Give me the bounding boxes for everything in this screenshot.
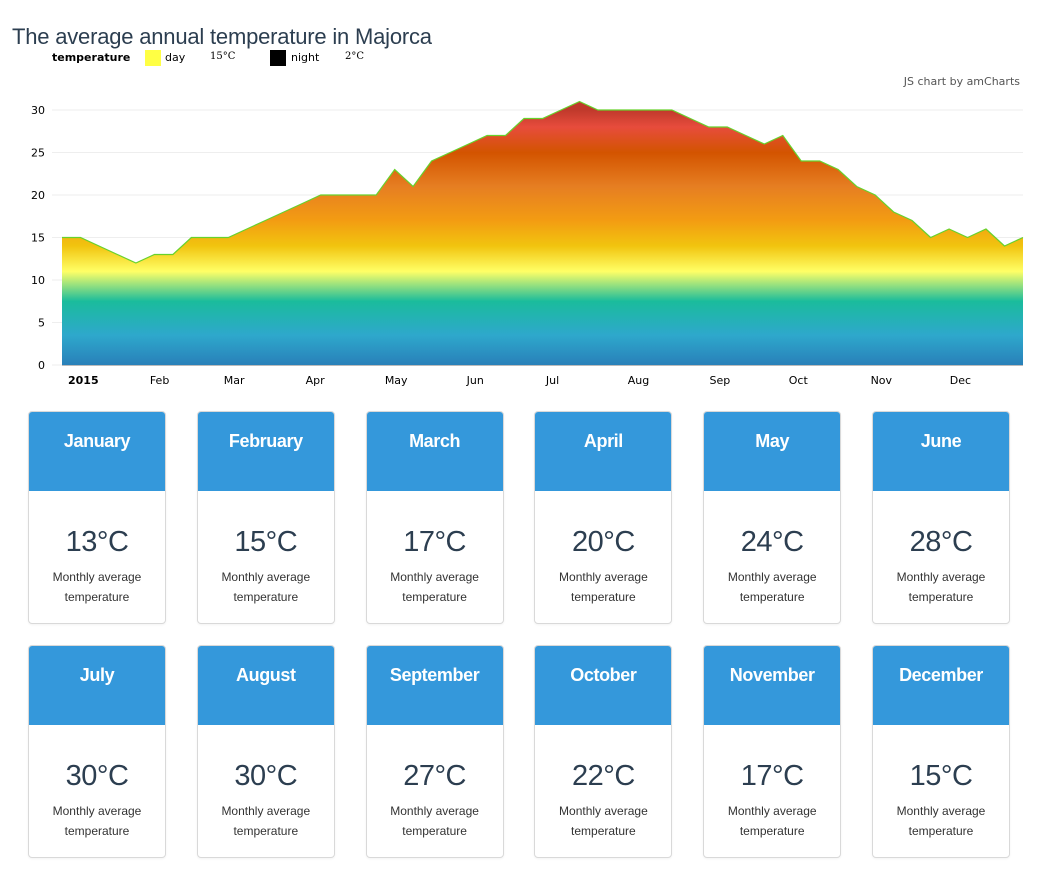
y-tick-label: 10 [31, 274, 45, 287]
y-tick-label: 5 [38, 317, 45, 330]
x-tick-label: Jul [545, 374, 559, 387]
card-month-title: September [366, 646, 503, 725]
card-month-title: December [873, 646, 1009, 725]
card-description: Monthly average temperature [559, 804, 648, 838]
card-temperature: 20°C [571, 526, 635, 558]
x-tick-label: Jun [466, 374, 484, 387]
card-description: Monthly average temperature [727, 804, 817, 838]
month-card-may: May 24°C Monthly average temperature [703, 411, 842, 624]
card-month-title: April [535, 412, 672, 491]
card-description: Monthly average temperature [390, 570, 479, 604]
card-description: Monthly average temperature [896, 570, 986, 604]
card-temperature: 22°C [571, 760, 635, 792]
month-card-september: September 27°C Monthly average temperature [365, 645, 504, 858]
month-card-june: June 28°C Monthly average temperature [872, 411, 1010, 624]
card-description: Monthly average temperature [221, 804, 311, 838]
temperature-area [62, 101, 1023, 365]
month-card-march: March 17°C Monthly average temperature [365, 411, 504, 624]
card-temperature: 30°C [65, 760, 129, 792]
card-month-title: May [704, 412, 841, 491]
card-description: Monthly average temperature [727, 570, 817, 604]
card-month-title: June [873, 412, 1009, 491]
month-card-december: December 15°C Monthly average temperature [872, 645, 1010, 858]
card-description: Monthly average temperature [221, 570, 311, 604]
card-temperature: 15°C [234, 526, 298, 558]
month-card-july: July 30°C Monthly average temperature [28, 645, 166, 858]
legend-day-swatch[interactable] [145, 50, 161, 66]
card-temperature: 27°C [403, 760, 466, 792]
card-description: Monthly average temperature [559, 570, 648, 604]
card-month-title: August [197, 646, 334, 725]
x-tick-label: Apr [306, 374, 326, 387]
x-tick-label: Aug [628, 374, 649, 387]
month-card-october: October 22°C Monthly average temperature [534, 645, 673, 858]
legend-night-label[interactable]: night [291, 51, 319, 64]
x-tick-label: Mar [224, 374, 245, 387]
y-tick-label: 15 [31, 232, 45, 245]
y-tick-label: 20 [31, 189, 45, 202]
card-month-title: February [197, 412, 334, 491]
legend-title: temperature [52, 51, 131, 64]
month-card-january: January 13°C Monthly average temperature [28, 411, 166, 624]
legend-night-value: 2°C [345, 51, 365, 62]
card-temperature: 17°C [403, 526, 466, 558]
x-tick-label: Nov [871, 374, 893, 387]
card-description: Monthly average temperature [896, 804, 986, 838]
card-description: Monthly average temperature [52, 570, 142, 604]
card-month-title: July [29, 646, 165, 725]
card-month-title: November [704, 646, 841, 725]
y-tick-label: 0 [38, 359, 45, 372]
x-tick-label: Sep [710, 374, 731, 387]
legend-day-value: 15°C [210, 51, 236, 62]
x-tick-label: Feb [150, 374, 169, 387]
card-month-title: March [366, 412, 503, 491]
x-tick-label: May [385, 374, 408, 387]
month-card-february: February 15°C Monthly average temperature [196, 411, 335, 624]
amcharts-credit-link[interactable]: JS chart by amCharts [904, 75, 1020, 88]
month-card-november: November 17°C Monthly average temperature [703, 645, 842, 858]
x-tick-label: Dec [950, 374, 971, 387]
card-description: Monthly average temperature [390, 804, 479, 838]
card-temperature: 15°C [909, 760, 973, 792]
temperature-area-chart: 0 5 10 15 20 25 30 2015 Feb Mar Apr May Jun Jul Aug Se… [31, 100, 1024, 387]
y-tick-label: 25 [31, 147, 45, 160]
x-axis: 2015 Feb Mar Apr May Jun Jul Aug Sep Oct Nov Dec [68, 374, 971, 387]
month-card-april: April 20°C Monthly average temperature [534, 411, 673, 624]
card-description: Monthly average temperature [52, 804, 142, 838]
card-temperature: 28°C [909, 526, 973, 558]
card-month-title: January [29, 412, 165, 491]
y-tick-label: 30 [31, 104, 45, 117]
y-axis: 0 5 10 15 20 25 30 [31, 104, 45, 372]
card-temperature: 13°C [65, 526, 129, 558]
page-title: The average annual temperature in Majorc… [12, 23, 432, 49]
month-card-august: August 30°C Monthly average temperature [196, 645, 335, 858]
legend-day-label[interactable]: day [165, 51, 185, 64]
x-tick-label: 2015 [68, 374, 99, 387]
card-temperature: 17°C [740, 760, 804, 792]
x-tick-label: Oct [789, 374, 809, 387]
card-temperature: 30°C [234, 760, 298, 792]
card-temperature: 24°C [740, 526, 804, 558]
card-month-title: October [535, 646, 672, 725]
legend-night-swatch[interactable] [270, 50, 286, 66]
